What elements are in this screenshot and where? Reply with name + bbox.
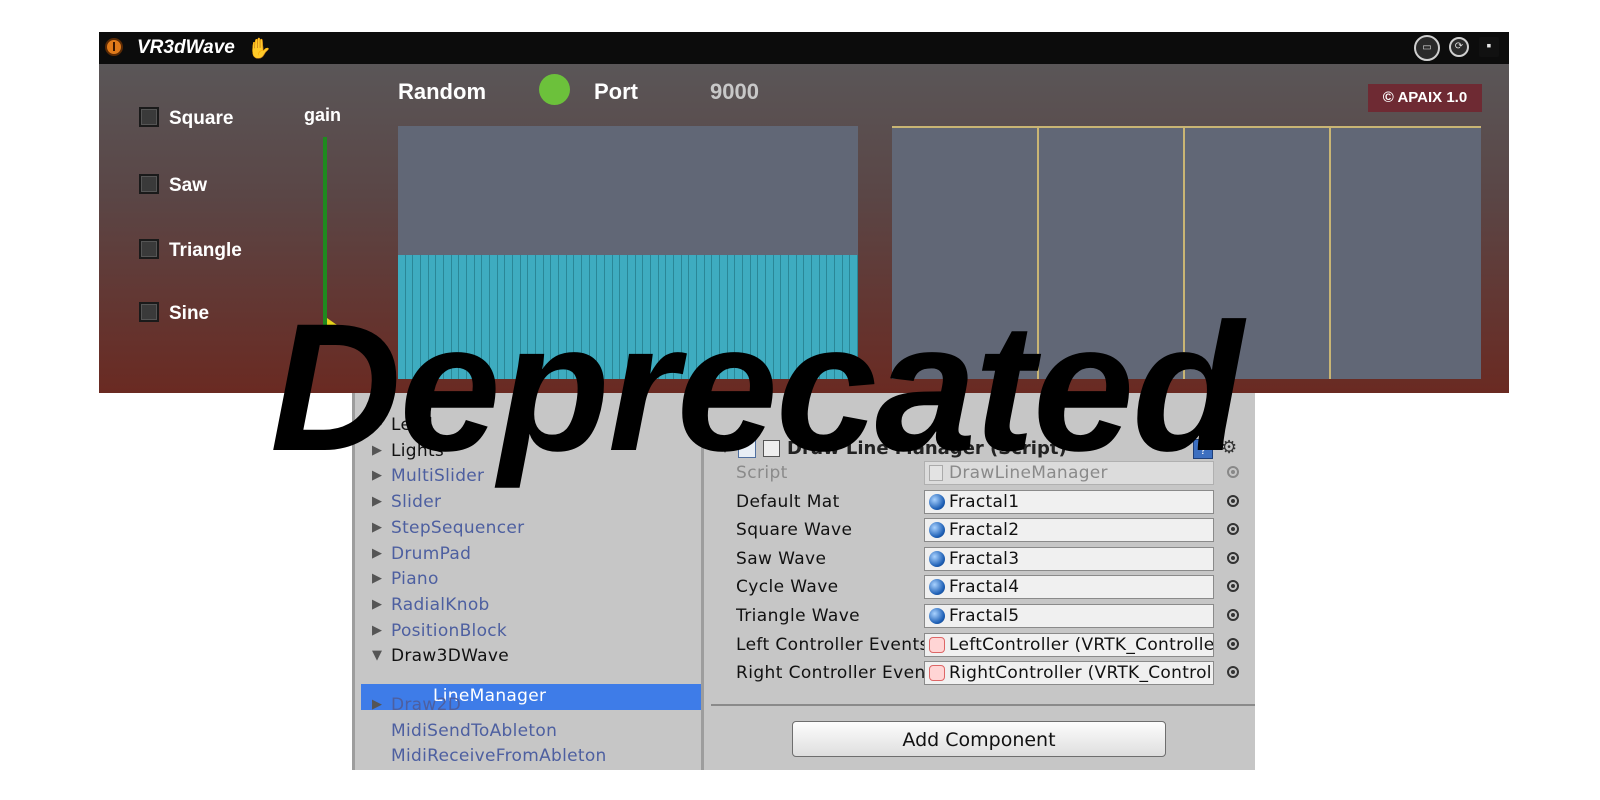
object-field[interactable]: Fractal1 [924,489,1214,514]
object-field-value: Fractal3 [949,548,1020,569]
object-picker-icon[interactable] [1227,666,1239,679]
property-row: Square Wave Fractal2 [711,517,1255,543]
expanded-arrow-icon[interactable]: ▼ [372,648,382,663]
property-row: Default Mat Fractal1 [711,489,1255,515]
property-label: Triangle Wave [736,606,861,626]
save-icon[interactable]: ▪ [1479,37,1499,57]
object-picker-icon[interactable] [1227,580,1239,593]
object-picker-icon[interactable] [1227,609,1239,621]
collapsed-arrow-icon[interactable]: ▶ [372,597,382,612]
inspector-divider [711,704,1255,706]
hierarchy-item-label: Draw2D [391,695,462,715]
property-row: Left Controller Events LeftController (VR… [711,632,1255,658]
deprecated-overlay: Deprecated [270,285,1243,489]
hierarchy-item-slider[interactable]: ▶ Slider [372,492,442,516]
saw-checkbox[interactable] [139,174,159,194]
property-row: Saw Wave Fractal3 [711,546,1255,572]
hierarchy-item-label: RadialKnob [391,594,490,615]
hierarchy-item-label: DrumPad [391,543,472,564]
square-label: Square [169,108,234,129]
triangle-checkbox[interactable] [139,239,159,259]
hierarchy-item-positionblock[interactable]: ▶ PositionBlock [372,620,508,645]
object-field-value: Fractal4 [949,577,1020,598]
hierarchy-item-label: PositionBlock [391,620,508,641]
object-picker-icon[interactable] [1227,637,1239,650]
hierarchy-item-label: Slider [391,492,442,513]
hierarchy-item-piano[interactable]: ▶ Piano [372,569,439,593]
material-icon [929,493,945,510]
sine-checkbox[interactable] [139,302,159,322]
object-picker-icon[interactable] [1227,551,1239,564]
saw-label: Saw [169,175,208,196]
random-label: Random [398,79,486,104]
object-field-value: Fractal2 [949,520,1020,541]
hierarchy-item-label: StepSequencer [391,517,525,538]
hierarchy-item-label: MidiSendToAbleton [391,720,558,741]
object-field[interactable]: RightController (VRTK_Controller_Events) [924,661,1214,686]
hierarchy-item-radialknob[interactable]: ▶ RadialKnob [372,594,490,619]
port-value[interactable]: 9000 [710,79,759,105]
controller-icon [929,636,945,653]
collapsed-arrow-icon[interactable]: ▶ [372,494,382,509]
hand-icon: ✋ [247,38,272,60]
object-picker-icon[interactable] [1227,494,1239,507]
object-field[interactable]: Fractal5 [924,604,1214,628]
property-row: Right Controller Events RightController (… [711,660,1255,686]
collapsed-arrow-icon[interactable]: ▶ [372,520,382,535]
controller-icon [929,665,945,682]
copyright-badge: © APAIX 1.0 [1368,84,1482,112]
app-title: VR3dWave [137,37,235,58]
hierarchy-item-midisendtoableton[interactable]: MidiSendToAbleton [391,721,557,745]
presentation-mode-icon[interactable]: ▭ [1414,35,1440,61]
object-field[interactable]: LeftController (VRTK_Controller_Events) [924,632,1214,657]
random-toggle[interactable] [539,74,570,105]
collapsed-arrow-icon[interactable]: ▶ [372,546,382,561]
material-icon [929,608,945,624]
property-label: Right Controller Events [736,663,924,684]
refresh-icon[interactable]: ⟳ [1449,37,1469,57]
material-icon [929,579,945,596]
property-label: Saw Wave [736,548,827,569]
object-field-value: RightController (VRTK_Controller_Events) [949,663,1213,684]
sine-label: Sine [169,303,210,324]
property-row: Triangle Wave Fractal5 [711,603,1255,629]
hierarchy-item-draw3dwave[interactable]: ▼ Draw3DWave [372,646,509,670]
hierarchy-item-label: Piano [391,569,439,590]
add-component-button[interactable]: Add Component [792,721,1166,757]
material-icon [929,522,945,539]
object-field-value: LeftController (VRTK_Controller_Events) [949,634,1214,655]
property-row: Cycle Wave Fractal4 [711,574,1255,600]
port-label: Port [594,79,638,104]
object-field-value: Fractal5 [949,606,1020,626]
object-field[interactable]: Fractal4 [924,575,1214,600]
material-icon [929,550,945,567]
triangle-label: Triangle [169,240,242,261]
object-field[interactable]: Fractal2 [924,518,1214,543]
hierarchy-item-label: MidiReceiveFromAbleton [391,746,607,767]
object-picker-icon[interactable] [1227,523,1239,536]
collapsed-arrow-icon[interactable]: ▶ [372,571,382,586]
property-label: Left Controller Events [736,634,924,655]
collapsed-arrow-icon[interactable]: ▶ [372,623,382,638]
hierarchy-item-drumpad[interactable]: ▶ DrumPad [372,543,472,568]
object-field-value: Fractal1 [949,491,1020,512]
hierarchy-item-stepsequencer[interactable]: ▶ StepSequencer [372,517,525,542]
hierarchy-item-midireceivefromableton[interactable]: MidiReceiveFromAbleton [391,746,607,770]
hierarchy-item-label: Draw3DWave [391,646,509,667]
property-label: Default Mat [736,491,840,512]
object-field[interactable]: Fractal3 [924,546,1214,571]
title-bar: VR3dWave ✋ ▭ ⟳ ▪ [99,32,1509,64]
property-label: Cycle Wave [736,577,839,598]
power-icon[interactable] [105,38,123,56]
grid-line [1329,128,1331,379]
gain-label: gain [304,105,342,125]
square-checkbox[interactable] [139,107,159,127]
collapsed-arrow-icon[interactable]: ▶ [372,697,382,712]
hierarchy-item-draw2d[interactable]: ▶ Draw2D [372,695,462,719]
property-label: Square Wave [736,520,853,541]
